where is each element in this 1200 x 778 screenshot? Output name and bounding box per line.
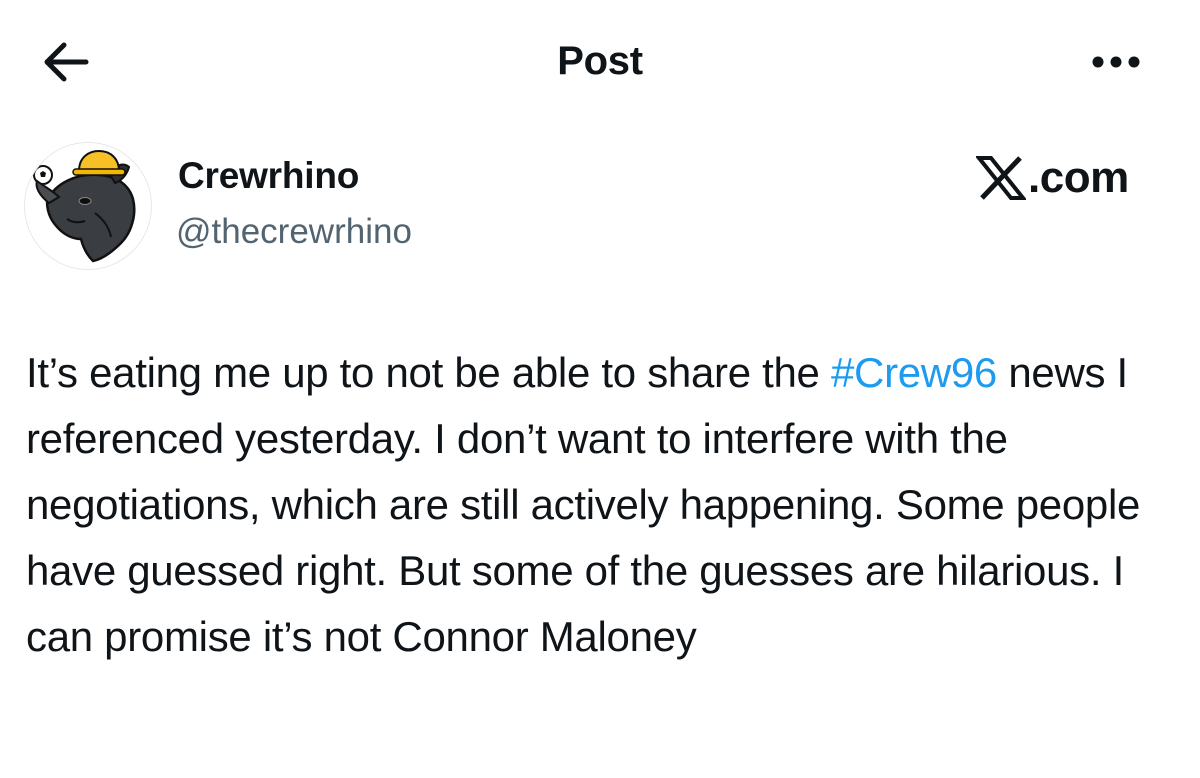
x-logo-icon	[976, 156, 1026, 200]
author-display-name[interactable]: Crewrhino	[178, 154, 359, 198]
page-title: Post	[557, 39, 643, 83]
hashtag-link[interactable]: #Crew96	[831, 349, 997, 396]
post-text: It’s eating me up to not be able to shar…	[26, 340, 1176, 670]
post-text-start: It’s eating me up to not be able to shar…	[26, 349, 831, 396]
more-options-button[interactable]	[1088, 50, 1144, 74]
site-branding: .com	[976, 152, 1129, 204]
more-horizontal-icon	[1092, 56, 1140, 68]
author-handle[interactable]: @thecrewrhino	[176, 210, 412, 254]
avatar[interactable]	[24, 142, 152, 270]
site-domain-suffix: .com	[1028, 153, 1129, 202]
post-header: Post	[0, 0, 1200, 120]
rhino-avatar-icon	[33, 149, 136, 263]
